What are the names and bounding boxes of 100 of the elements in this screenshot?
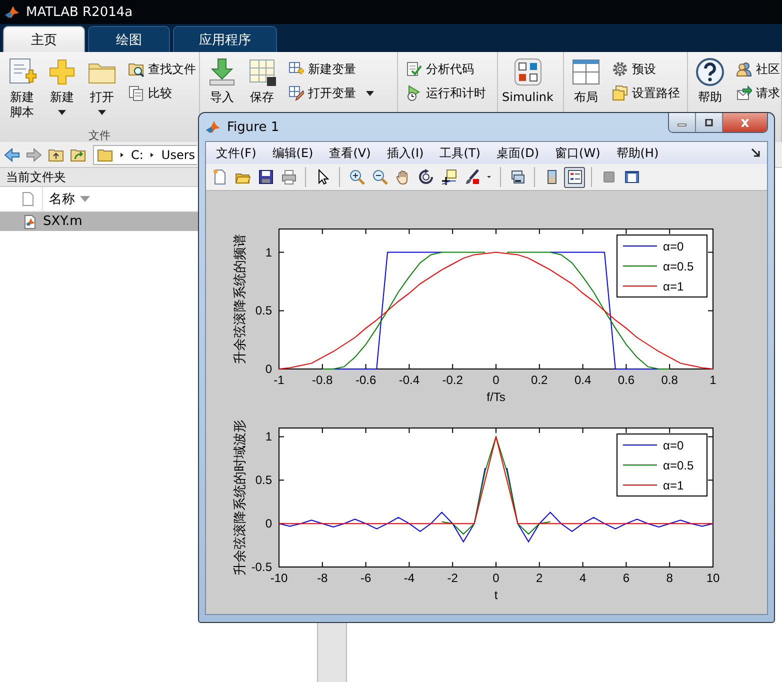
toolstrip-button[interactable]: 布局 [568,56,604,108]
group-label: 文件 [88,128,110,142]
tick-label: 0.5 [255,473,272,488]
toolstrip-button[interactable]: 比较 [128,84,196,102]
toolstrip-button[interactable]: 社区 [736,60,780,78]
toolstrip-button[interactable]: 帮助 [692,56,728,108]
menu-item[interactable]: 窗口(W) [547,143,608,163]
maximize-button[interactable] [696,113,723,132]
legend-line [622,484,658,486]
grid-plus-icon [288,61,304,77]
toolstrip-button[interactable]: 保存 [244,56,280,108]
toolstrip-button[interactable]: 新建脚本 [4,56,40,128]
menu-item[interactable]: 插入(I) [378,143,432,163]
tick-label: 4 [579,571,586,585]
legend-label: α=1 [663,478,684,492]
legend-icon [566,169,582,185]
tick-label: 0.4 [574,373,592,387]
window-title: Figure 1 [227,120,280,134]
zoom-out-icon [372,169,388,185]
legend-label: α=0.5 [663,458,694,472]
help-icon [694,56,726,88]
tick-label: 1 [265,245,272,260]
tab[interactable]: 应用程序 [173,26,277,52]
tab[interactable]: 绘图 [88,26,170,52]
rotate-icon [418,169,434,185]
square-icon [600,169,616,185]
linked-windows-icon [510,169,526,185]
legend-label: α=0 [663,438,684,452]
folders-icon [612,85,628,101]
zoom-in-icon [348,169,364,185]
people-icon [736,61,752,77]
brush-icon [464,169,480,185]
documents-icon [128,85,144,101]
legend-button[interactable] [564,166,585,188]
tick-label: -6 [360,571,372,585]
menu-item[interactable]: 编辑(E) [264,143,322,163]
printer-icon [280,169,296,185]
toolstrip-button[interactable]: 请求 [736,84,780,102]
close-icon [739,118,751,126]
legend-line [622,444,658,446]
toolstrip-button[interactable]: 打开变量 [288,84,374,102]
gear-icon [612,61,628,77]
menu-item[interactable]: 帮助(H) [608,143,667,163]
play-clock-icon [406,85,422,101]
tick-label: 0.6 [618,373,635,387]
menu-item[interactable]: 桌面(D) [488,143,548,163]
dock-arrow-icon[interactable] [751,148,761,158]
tick-label: 1 [710,373,716,387]
new-document-icon [212,169,228,185]
axis-title: 升余弦滚降系统的时域波形 [233,420,248,576]
toolstrip-button[interactable]: 新建变量 [288,60,374,78]
tick-label: -0.5 [251,560,272,574]
chevron-icon [149,150,156,158]
tick-label: 0 [492,571,500,585]
folder-arrow-icon [70,146,86,162]
axis-title: 升余弦滚降系统的频谱 [233,234,248,364]
sort-caret-icon [80,196,90,202]
folder-icon [97,146,113,162]
chevron-icon [119,150,125,158]
tick-label: -0.2 [442,373,463,387]
tick-label: -4 [404,571,415,585]
tick-label: 0 [265,362,272,376]
toolstrip-button[interactable]: Simulink [502,56,554,108]
menu-item[interactable]: 查看(V) [321,143,379,163]
toolstrip-button[interactable]: 查找文件 [128,60,196,78]
tick-label: -8 [317,571,328,585]
path-segment[interactable]: C: [131,148,144,162]
tick-label: 0 [265,516,272,531]
tick-label: 8 [666,571,673,585]
axis-title: t [494,588,498,602]
up-folder-icon [48,146,64,162]
minimize-button[interactable] [669,113,696,132]
toolstrip-button[interactable]: 新建 [44,56,80,128]
checklist-icon [406,61,422,77]
menu-item[interactable]: 工具(T) [432,143,488,163]
caret-icon [366,90,374,96]
maximize-icon [703,118,715,126]
tab[interactable]: 主页 [3,26,85,52]
toolstrip-button[interactable]: 预设 [612,60,680,78]
column-header[interactable]: 名称 [42,187,90,211]
file-item[interactable]: SXY.m [0,212,198,231]
legend-label: α=0.5 [663,260,694,274]
tick-label: 0 [492,373,500,387]
save-icon [258,169,274,185]
toolstrip-button[interactable]: 导入 [204,56,240,108]
hand-icon [394,169,410,185]
toolstrip-button[interactable]: 设置路径 [612,84,680,102]
close-button[interactable] [723,113,767,132]
tick-label: -1 [274,373,284,387]
path-segment[interactable]: Users [161,148,196,162]
toolstrip-button[interactable]: 打开 [84,56,120,128]
tick-label: 2 [536,571,543,585]
panels-icon [624,169,640,185]
blocks-icon [512,56,544,88]
toolstrip-button[interactable]: 运行和计时 [406,84,486,102]
legend-line [622,464,658,466]
path-field[interactable]: C: Users [93,144,197,164]
menu-item[interactable]: 文件(F) [208,143,264,163]
toolstrip-button[interactable]: 分析代码 [406,60,486,78]
back-icon [4,146,20,162]
